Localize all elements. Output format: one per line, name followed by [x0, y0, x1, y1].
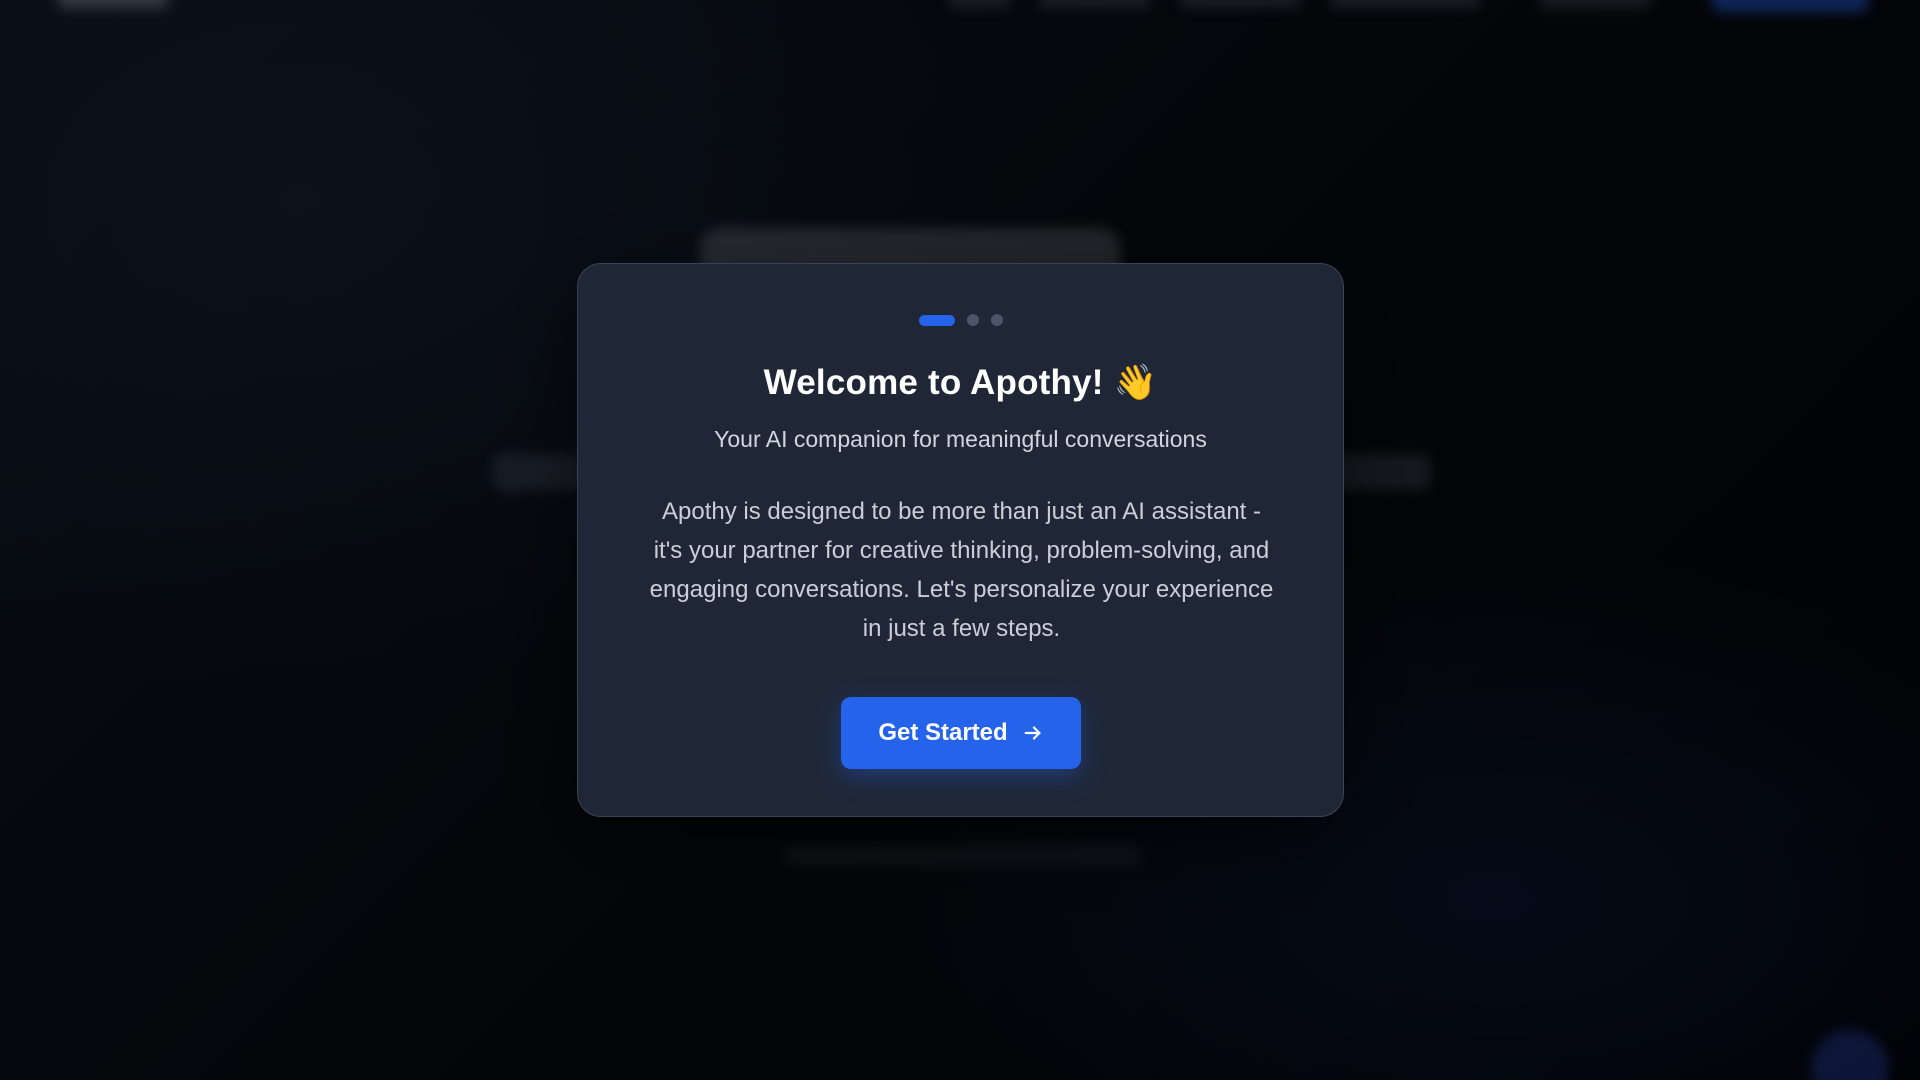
- get-started-label: Get Started: [878, 719, 1008, 746]
- modal-description: Apothy is designed to be more than just …: [623, 492, 1300, 648]
- get-started-button[interactable]: Get Started: [841, 697, 1081, 769]
- modal-subtitle: Your AI companion for meaningful convers…: [714, 426, 1207, 452]
- step-indicator: [578, 314, 1343, 326]
- description-line: it's your partner for creative thinking,…: [653, 537, 1270, 564]
- step-dot-active: [918, 314, 955, 326]
- step-dot: [990, 314, 1003, 326]
- waving-hand-icon: 👋: [1113, 363, 1158, 403]
- modal-title: Welcome to Apothy! 👋: [578, 362, 1343, 403]
- modal-title-text: Welcome to Apothy!: [763, 363, 1104, 402]
- description-line: engaging conversations. Let's personaliz…: [649, 576, 1274, 603]
- description-line: Apothy is designed to be more than just …: [661, 498, 1261, 525]
- description-line: in just a few steps.: [862, 615, 1061, 642]
- arrow-right-icon: [1024, 726, 1041, 740]
- step-dot: [966, 314, 979, 326]
- onboarding-modal: Welcome to Apothy! 👋 Your AI companion f…: [577, 263, 1344, 817]
